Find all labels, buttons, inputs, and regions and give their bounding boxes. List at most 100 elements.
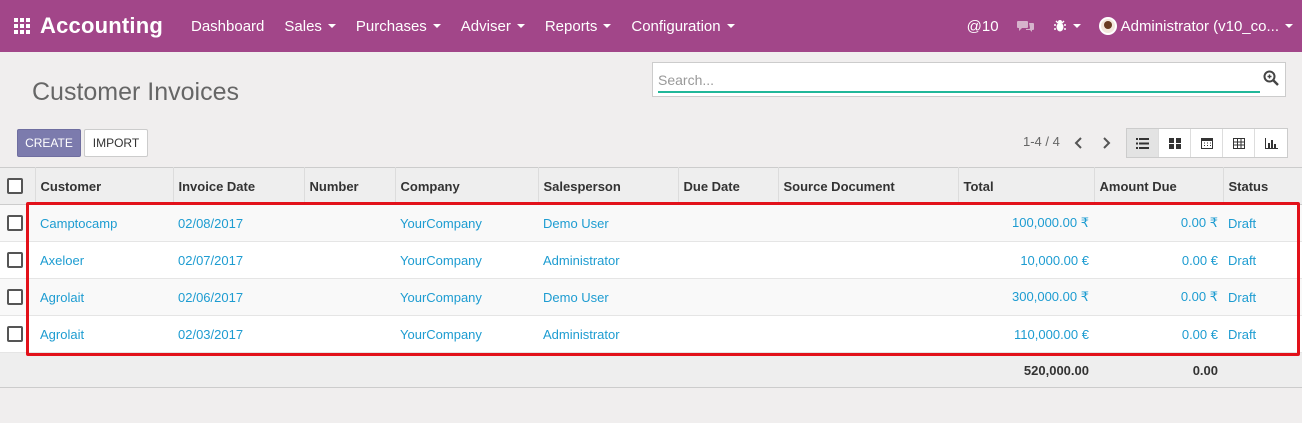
status-cell[interactable]: Draft [1223, 278, 1302, 316]
source-document-cell[interactable] [778, 241, 958, 279]
footer-total-sum: 520,000.00 [958, 352, 1094, 388]
mentions-count: @10 [966, 17, 999, 35]
status-cell[interactable]: Draft [1223, 315, 1302, 353]
kanban-view-button[interactable] [1159, 129, 1191, 157]
invoice-table: Customer Invoice Date Number Company Sal… [0, 167, 1302, 388]
chat-button[interactable] [1008, 19, 1044, 33]
pager-next-button[interactable] [1093, 129, 1119, 157]
menu-configuration-label: Configuration [631, 17, 721, 35]
source-document-cell[interactable] [778, 278, 958, 316]
customer-cell[interactable]: Agrolait [35, 315, 173, 353]
caret-down-icon [603, 24, 612, 28]
calendar-view-button[interactable] [1191, 129, 1223, 157]
menu-adviser-label: Adviser [460, 17, 511, 35]
amount-due-cell[interactable]: 0.00 € [1094, 315, 1223, 353]
graph-view-button[interactable] [1255, 129, 1287, 157]
amount-due-cell[interactable]: 0.00 € [1094, 241, 1223, 279]
menu-purchases[interactable]: Purchases [346, 18, 451, 35]
company-cell[interactable]: YourCompany [395, 278, 538, 316]
company-cell[interactable]: YourCompany [395, 204, 538, 242]
table-row[interactable]: Agrolait 02/06/2017 YourCompany Demo Use… [0, 278, 1302, 316]
number-cell[interactable] [304, 278, 395, 316]
source-document-cell[interactable] [778, 315, 958, 353]
user-menu[interactable]: Administrator (v10_co... [1090, 17, 1302, 35]
caret-down-icon [726, 24, 735, 28]
select-all-checkbox[interactable] [7, 178, 23, 195]
due-date-cell[interactable] [678, 241, 778, 279]
table-row[interactable]: Agrolait 02/03/2017 YourCompany Administ… [0, 315, 1302, 353]
company-cell[interactable]: YourCompany [395, 315, 538, 353]
menu-configuration[interactable]: Configuration [621, 18, 744, 35]
column-header-source-document[interactable]: Source Document [778, 167, 959, 205]
row-checkbox[interactable] [7, 289, 23, 306]
total-cell[interactable]: 10,000.00 € [958, 241, 1094, 279]
invoice-date-cell[interactable]: 02/03/2017 [173, 315, 304, 353]
table-header-row: Customer Invoice Date Number Company Sal… [0, 167, 1302, 205]
total-cell[interactable]: 110,000.00 € [958, 315, 1094, 353]
customer-cell[interactable]: Axeloer [35, 241, 173, 279]
column-header-customer[interactable]: Customer [35, 167, 174, 205]
menu-sales-label: Sales [284, 17, 322, 35]
search-box [652, 62, 1286, 97]
search-input[interactable] [658, 69, 1260, 93]
amount-due-cell[interactable]: 0.00 ₹ [1094, 204, 1223, 242]
row-checkbox[interactable] [7, 326, 23, 343]
table-row[interactable]: Camptocamp 02/08/2017 YourCompany Demo U… [0, 204, 1302, 242]
column-header-invoice-date[interactable]: Invoice Date [173, 167, 305, 205]
invoice-date-cell[interactable]: 02/07/2017 [173, 241, 304, 279]
pager-value[interactable]: 1-4 / 4 [1023, 134, 1060, 149]
column-header-number[interactable]: Number [304, 167, 396, 205]
salesperson-cell[interactable]: Administrator [538, 241, 678, 279]
source-document-cell[interactable] [778, 204, 958, 242]
column-header-status[interactable]: Status [1223, 167, 1302, 205]
list-view-button[interactable] [1127, 129, 1159, 157]
number-cell[interactable] [304, 315, 395, 353]
column-header-total[interactable]: Total [958, 167, 1095, 205]
row-select-cell [0, 204, 35, 242]
menu-reports[interactable]: Reports [535, 18, 622, 35]
salesperson-cell[interactable]: Demo User [538, 278, 678, 316]
navbar-right: @10 Administrator (v10_co... [958, 0, 1302, 52]
amount-due-cell[interactable]: 0.00 ₹ [1094, 278, 1223, 316]
customer-cell[interactable]: Agrolait [35, 278, 173, 316]
table-row[interactable]: Axeloer 02/07/2017 YourCompany Administr… [0, 241, 1302, 279]
invoice-date-cell[interactable]: 02/08/2017 [173, 204, 304, 242]
search-options-icon[interactable] [1263, 70, 1279, 86]
row-checkbox[interactable] [7, 252, 23, 269]
customer-cell[interactable]: Camptocamp [35, 204, 173, 242]
total-cell[interactable]: 100,000.00 ₹ [958, 204, 1094, 242]
column-header-salesperson[interactable]: Salesperson [538, 167, 679, 205]
import-button[interactable]: IMPORT [84, 129, 148, 157]
row-checkbox[interactable] [7, 215, 23, 232]
mentions-button[interactable]: @10 [958, 18, 1008, 35]
column-header-amount-due[interactable]: Amount Due [1094, 167, 1224, 205]
pager-previous-button[interactable] [1066, 129, 1092, 157]
debug-menu-button[interactable] [1044, 19, 1090, 33]
menu-dashboard[interactable]: Dashboard [181, 18, 274, 35]
create-button[interactable]: CREATE [17, 129, 81, 157]
column-header-company[interactable]: Company [395, 167, 539, 205]
status-cell[interactable]: Draft [1223, 241, 1302, 279]
menu-adviser[interactable]: Adviser [451, 18, 535, 35]
column-header-due-date[interactable]: Due Date [678, 167, 779, 205]
status-cell[interactable]: Draft [1223, 204, 1302, 242]
app-brand[interactable]: Accounting [40, 13, 163, 39]
apps-grid-icon[interactable] [14, 17, 32, 35]
user-name: Administrator (v10_co... [1120, 17, 1279, 35]
due-date-cell[interactable] [678, 278, 778, 316]
due-date-cell[interactable] [678, 315, 778, 353]
menu-sales[interactable]: Sales [274, 18, 346, 35]
due-date-cell[interactable] [678, 204, 778, 242]
total-cell[interactable]: 300,000.00 ₹ [958, 278, 1094, 316]
pivot-view-button[interactable] [1223, 129, 1255, 157]
chat-bubbles-icon [1016, 21, 1034, 32]
salesperson-cell[interactable]: Demo User [538, 204, 678, 242]
footer-empty-cell [304, 352, 395, 388]
number-cell[interactable] [304, 241, 395, 279]
kanban-icon [1168, 137, 1181, 149]
number-cell[interactable] [304, 204, 395, 242]
company-cell[interactable]: YourCompany [395, 241, 538, 279]
invoice-date-cell[interactable]: 02/06/2017 [173, 278, 304, 316]
salesperson-cell[interactable]: Administrator [538, 315, 678, 353]
chevron-right-icon [1103, 137, 1111, 149]
